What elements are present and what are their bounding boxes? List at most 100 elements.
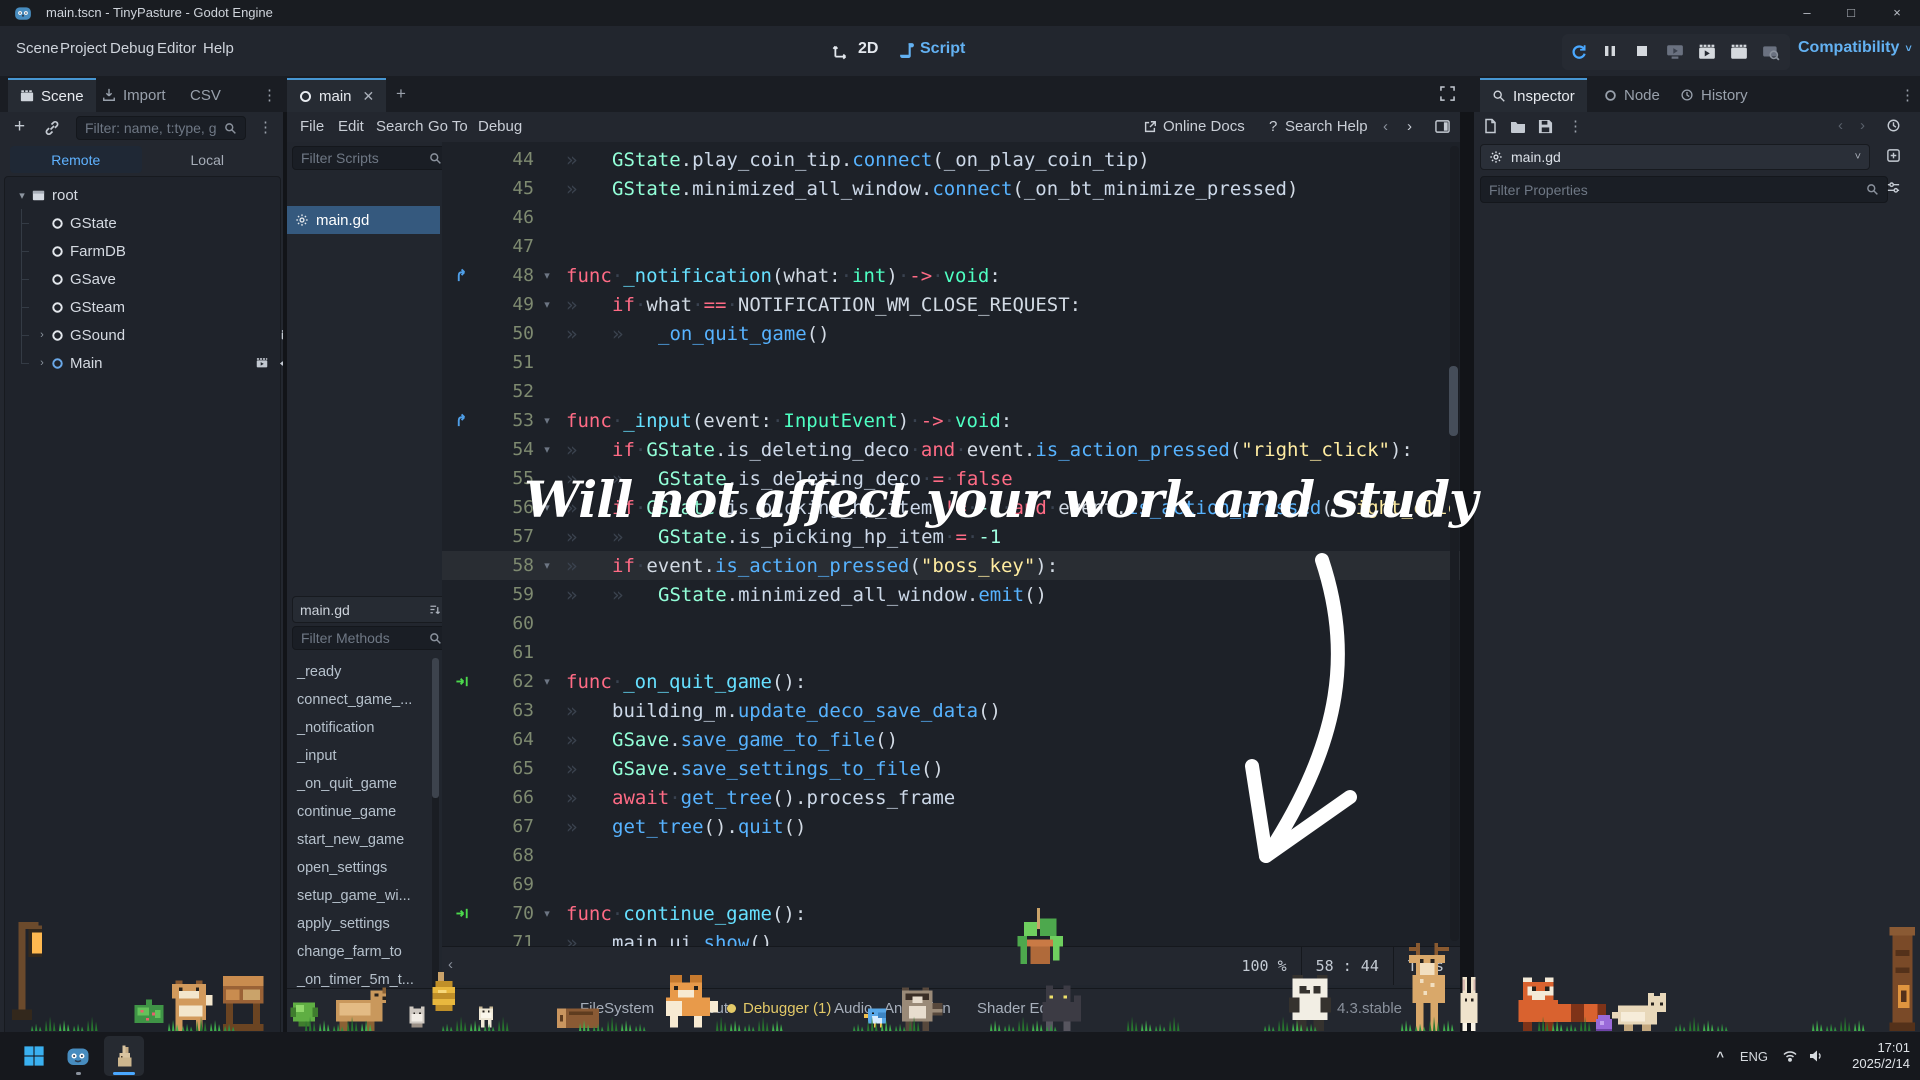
start-button[interactable] <box>14 1036 54 1076</box>
pause-icon[interactable] <box>1602 43 1618 59</box>
local-tab[interactable]: Local <box>142 146 274 173</box>
menu-debug[interactable]: Debug <box>110 40 154 57</box>
dock-options-icon[interactable]: ⋮ <box>262 86 277 104</box>
extra-resource-options-icon[interactable] <box>1886 148 1901 163</box>
method-list-item[interactable]: start_new_game <box>287 826 434 854</box>
method-list-item[interactable]: _notification <box>287 714 434 742</box>
method-list-item[interactable]: change_farm_to <box>287 938 434 966</box>
code-line-68[interactable]: 68 <box>442 841 1460 870</box>
new-tab-icon[interactable]: + <box>396 84 406 104</box>
code-line-61[interactable]: 61 <box>442 638 1460 667</box>
new-resource-icon[interactable] <box>1482 118 1498 134</box>
code-line-49[interactable]: 49▾»if·what·==·NOTIFICATION_WM_CLOSE_REQ… <box>442 290 1460 319</box>
object-history-icon[interactable] <box>1886 118 1901 133</box>
code-line-53[interactable]: 53▾func·_input(event:·InputEvent)·->·voi… <box>442 406 1460 435</box>
menu-help[interactable]: Help <box>203 40 234 57</box>
code-line-64[interactable]: 64»GSave.save_game_to_file() <box>442 725 1460 754</box>
fold-icon[interactable]: ▾ <box>534 675 560 688</box>
scene-tree-item-gsave[interactable]: GSave <box>5 265 308 293</box>
script-menu-debug[interactable]: Debug <box>478 118 522 135</box>
property-tools-icon[interactable] <box>1886 180 1901 195</box>
menu-editor[interactable]: Editor <box>157 40 196 57</box>
code-line-67[interactable]: 67»get_tree().quit() <box>442 812 1460 841</box>
menu-project[interactable]: Project <box>60 40 107 57</box>
expand-editor-icon[interactable] <box>1440 86 1455 101</box>
h-scroll-left-icon[interactable]: ‹ <box>448 956 453 973</box>
method-list-item[interactable]: open_settings <box>287 854 434 882</box>
scene-tree-item-main[interactable]: ›Main <box>5 349 308 377</box>
minimize-button[interactable]: – <box>1792 2 1822 24</box>
script-panel-layout-icon[interactable] <box>1435 119 1450 134</box>
edit-forward-icon[interactable]: › <box>1860 117 1865 134</box>
taskbar-godot-app[interactable] <box>58 1036 98 1076</box>
scene-tree-item-farmdb[interactable]: FarmDB <box>5 237 308 265</box>
cursor-position[interactable]: 58 : 44 <box>1301 947 1393 985</box>
tree-expand-icon[interactable]: ▾ <box>15 189 29 202</box>
indent-type[interactable]: Tabs <box>1393 947 1458 985</box>
code-line-48[interactable]: 48▾func·_notification(what:·int)·->·void… <box>442 261 1460 290</box>
tab-scene-dock[interactable]: Scene <box>8 78 96 112</box>
method-list-item[interactable]: _input <box>287 742 434 770</box>
scene-dock-more-icon[interactable]: ⋮ <box>258 118 273 136</box>
tray-chevron[interactable]: ^ <box>1716 1032 1724 1080</box>
code-line-69[interactable]: 69 <box>442 870 1460 899</box>
script-list-item[interactable]: main.gd <box>287 206 440 234</box>
method-list-item[interactable]: _ready <box>287 658 434 686</box>
tab-inspector[interactable]: Inspector <box>1480 78 1587 112</box>
code-line-52[interactable]: 52 <box>442 377 1460 406</box>
mode-script-button[interactable]: Script <box>920 40 965 58</box>
code-line-66[interactable]: 66»await·get_tree().process_frame <box>442 783 1460 812</box>
dock-splitter-left[interactable] <box>283 112 287 1032</box>
scene-filter-input[interactable]: Filter: name, t:type, g <box>76 116 246 140</box>
code-scrollbar[interactable] <box>1450 146 1459 941</box>
code-line-45[interactable]: 45»GState.minimized_all_window.connect(_… <box>442 174 1460 203</box>
bottom-tab-output[interactable]: Output <box>683 1000 728 1017</box>
2d-mode-icon[interactable] <box>832 42 850 60</box>
taskbar-clock[interactable]: 17:01 2025/2/14 <box>1852 1040 1910 1072</box>
method-list-item[interactable]: apply_settings <box>287 910 434 938</box>
code-line-62[interactable]: 62▾func·_on_quit_game(): <box>442 667 1460 696</box>
movie-maker-icon[interactable] <box>1730 43 1748 61</box>
bottom-tab-animation[interactable]: Animation <box>884 1000 951 1017</box>
fold-icon[interactable]: ▾ <box>534 443 560 456</box>
script-mode-icon[interactable] <box>898 42 915 59</box>
resource-more-icon[interactable]: ⋮ <box>1568 117 1583 135</box>
edit-back-icon[interactable]: ‹ <box>1838 117 1843 134</box>
inspector-dock-options-icon[interactable]: ⋮ <box>1900 86 1915 104</box>
maximize-button[interactable]: □ <box>1836 2 1866 24</box>
code-line-63[interactable]: 63»building_m.update_deco_save_data() <box>442 696 1460 725</box>
fold-icon[interactable]: ▾ <box>534 907 560 920</box>
method-list-scrollbar[interactable] <box>432 658 439 1014</box>
online-docs-link[interactable]: Online Docs <box>1163 118 1245 135</box>
close-button[interactable]: × <box>1882 2 1912 24</box>
add-node-icon[interactable]: + <box>14 116 25 138</box>
method-list-item[interactable]: continue_game <box>287 798 434 826</box>
play-movie-icon[interactable] <box>1698 43 1716 61</box>
filter-properties-input[interactable]: Filter Properties <box>1480 176 1888 203</box>
script-menu-goto[interactable]: Go To <box>428 118 468 135</box>
tab-script-main[interactable]: main ✕ <box>287 78 386 112</box>
scene-tree-item-gsteam[interactable]: GSteam <box>5 293 308 321</box>
remote-tab[interactable]: Remote <box>10 146 142 173</box>
bottom-tab-shader-editor[interactable]: Shader Editor <box>977 1000 1069 1017</box>
code-line-58[interactable]: 58▾»if·event.is_action_pressed("boss_key… <box>442 551 1460 580</box>
code-line-46[interactable]: 46 <box>442 203 1460 232</box>
load-resource-icon[interactable] <box>1510 119 1526 135</box>
bottom-tab-audio[interactable]: Audio <box>834 1000 872 1017</box>
play-scene-icon[interactable] <box>1666 43 1684 61</box>
filter-methods-input[interactable]: Filter Methods <box>292 626 451 650</box>
code-line-70[interactable]: 70▾func·continue_game(): <box>442 899 1460 928</box>
instance-scene-icon[interactable] <box>44 120 60 136</box>
bottom-tab-filesystem[interactable]: FileSystem <box>580 1000 654 1017</box>
resource-selector[interactable]: main.gd ˅ <box>1480 144 1870 170</box>
tab-history[interactable]: History <box>1668 78 1760 112</box>
network-icon[interactable] <box>1782 1032 1798 1080</box>
zoom-level[interactable]: 100 % <box>1228 947 1301 985</box>
close-tab-icon[interactable]: ✕ <box>363 88 375 105</box>
bottom-tab-debugger-1-[interactable]: Debugger (1) <box>727 1000 831 1017</box>
play-icon[interactable] <box>1570 43 1588 61</box>
code-editor[interactable]: 44»GState.play_coin_tip.connect(_on_play… <box>442 142 1460 946</box>
code-line-65[interactable]: 65»GSave.save_settings_to_file() <box>442 754 1460 783</box>
movie-magnifier-icon[interactable] <box>1762 43 1780 61</box>
taskbar-tinypasture-app[interactable] <box>104 1036 144 1076</box>
